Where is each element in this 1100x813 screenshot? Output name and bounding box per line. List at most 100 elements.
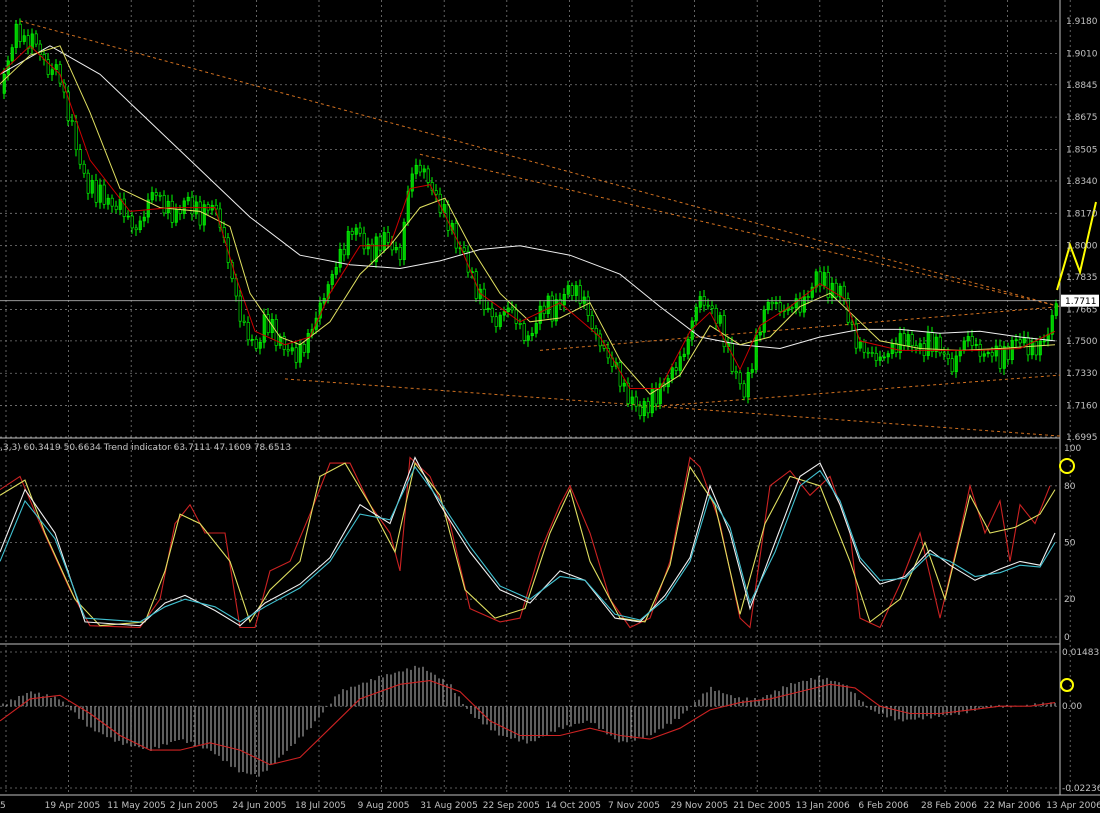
candle-body bbox=[902, 333, 906, 346]
time-tick-label: 11 May 2005 bbox=[107, 801, 166, 811]
candle-body bbox=[498, 314, 502, 327]
price-tick-label: 1.8675 bbox=[1066, 113, 1098, 123]
candle-body bbox=[78, 149, 82, 165]
candle-body bbox=[306, 333, 310, 353]
trendline[interactable] bbox=[639, 374, 1061, 408]
oscillator-line-trend-signal bbox=[0, 465, 1056, 623]
trading-chart[interactable]: 1.77111.91801.90101.88451.86751.85051.83… bbox=[0, 0, 1100, 813]
candle-body bbox=[294, 347, 298, 363]
candle-body bbox=[418, 164, 422, 173]
candle-body bbox=[1006, 346, 1010, 360]
candle-body bbox=[494, 316, 498, 327]
price-tick-label: 1.9180 bbox=[1066, 17, 1098, 27]
trendline[interactable] bbox=[284, 378, 1061, 437]
candle-body bbox=[794, 298, 798, 308]
candle-body bbox=[518, 323, 522, 325]
time-tick-label: 6 Feb 2006 bbox=[858, 801, 909, 811]
candle-body bbox=[622, 382, 626, 387]
candle-body bbox=[86, 172, 90, 194]
oscillator-tick-label: 80 bbox=[1064, 482, 1076, 492]
annotation-circle bbox=[1059, 458, 1075, 474]
candle-body bbox=[946, 353, 950, 360]
candle-body bbox=[986, 352, 990, 355]
candle-body bbox=[670, 367, 674, 379]
candle-body bbox=[630, 396, 634, 404]
candle-body bbox=[574, 285, 578, 296]
candle-body bbox=[642, 401, 646, 417]
candle-body bbox=[422, 168, 426, 173]
candle-body bbox=[506, 307, 510, 312]
candle-body bbox=[638, 405, 642, 417]
candle-body bbox=[2, 73, 6, 94]
time-tick-label: 21 Dec 2005 bbox=[733, 801, 791, 811]
ma-slow-line bbox=[0, 45, 1056, 350]
candle-body bbox=[586, 296, 590, 316]
candle-body bbox=[554, 299, 558, 322]
candle-body bbox=[790, 307, 794, 309]
candle-body bbox=[370, 243, 374, 263]
trendline[interactable] bbox=[419, 153, 1061, 308]
candle-body bbox=[414, 164, 418, 175]
price-tick-label: 1.7160 bbox=[1066, 402, 1098, 412]
time-tick-label: 18 Jul 2005 bbox=[295, 801, 346, 811]
candle-body bbox=[1002, 346, 1006, 369]
time-tick-label: 28 Feb 2006 bbox=[921, 801, 977, 811]
candle-body bbox=[774, 302, 778, 305]
candle-body bbox=[1022, 337, 1026, 344]
candle-body bbox=[502, 311, 506, 316]
candle-body bbox=[618, 362, 622, 387]
candle-body bbox=[550, 295, 554, 322]
grid bbox=[0, 0, 1071, 795]
candle-body bbox=[142, 216, 146, 222]
candle-body bbox=[962, 340, 966, 352]
candle-body bbox=[926, 331, 930, 356]
trendline[interactable] bbox=[19, 20, 1061, 308]
candle-body bbox=[1010, 340, 1014, 360]
candle-body bbox=[82, 163, 86, 174]
candle-body bbox=[510, 307, 514, 311]
candle-body bbox=[766, 301, 770, 311]
candle-body bbox=[770, 301, 774, 305]
candle-body bbox=[862, 341, 866, 353]
candle-body bbox=[14, 23, 18, 48]
candle-body bbox=[694, 306, 698, 322]
price-tick-label: 1.8170 bbox=[1066, 209, 1098, 219]
candle-body bbox=[1050, 315, 1054, 335]
candle-body bbox=[346, 231, 350, 256]
candle-body bbox=[994, 345, 998, 357]
candle-body bbox=[698, 296, 702, 308]
candle-body bbox=[942, 352, 946, 355]
candle-body bbox=[110, 197, 114, 207]
candle-body bbox=[102, 184, 106, 205]
time-tick-label: 9 Aug 2005 bbox=[358, 801, 410, 811]
candle-body bbox=[398, 246, 402, 260]
candle-body bbox=[714, 308, 718, 324]
candle-body bbox=[154, 192, 158, 196]
candle-body bbox=[598, 333, 602, 347]
candle-body bbox=[678, 356, 682, 371]
time-tick-label: 22 Sep 2005 bbox=[483, 801, 540, 811]
time-tick-label: 24 Jun 2005 bbox=[232, 801, 286, 811]
candle-body bbox=[170, 200, 174, 223]
candle-body bbox=[382, 232, 386, 251]
candle-body bbox=[126, 215, 130, 218]
candle-body bbox=[858, 341, 862, 349]
macd-tick-label: 0.01483 bbox=[1062, 648, 1099, 658]
panel-frames bbox=[0, 0, 1100, 796]
candle-body bbox=[150, 192, 154, 201]
candle-body bbox=[1042, 340, 1046, 343]
candle-body bbox=[750, 369, 754, 373]
oscillator-tick-label: 20 bbox=[1064, 595, 1076, 605]
candle-body bbox=[106, 197, 110, 205]
time-tick-label: 19 Apr 2005 bbox=[45, 801, 101, 811]
candle-body bbox=[546, 295, 550, 314]
candle-body bbox=[362, 232, 366, 250]
candle-body bbox=[162, 195, 166, 214]
candle-body bbox=[758, 332, 762, 336]
candle-body bbox=[870, 352, 874, 354]
price-tick-label: 1.7835 bbox=[1066, 273, 1098, 283]
candle-body bbox=[570, 285, 574, 296]
candle-body bbox=[582, 296, 586, 304]
candle-body bbox=[734, 371, 738, 374]
candle-body bbox=[1018, 339, 1022, 344]
